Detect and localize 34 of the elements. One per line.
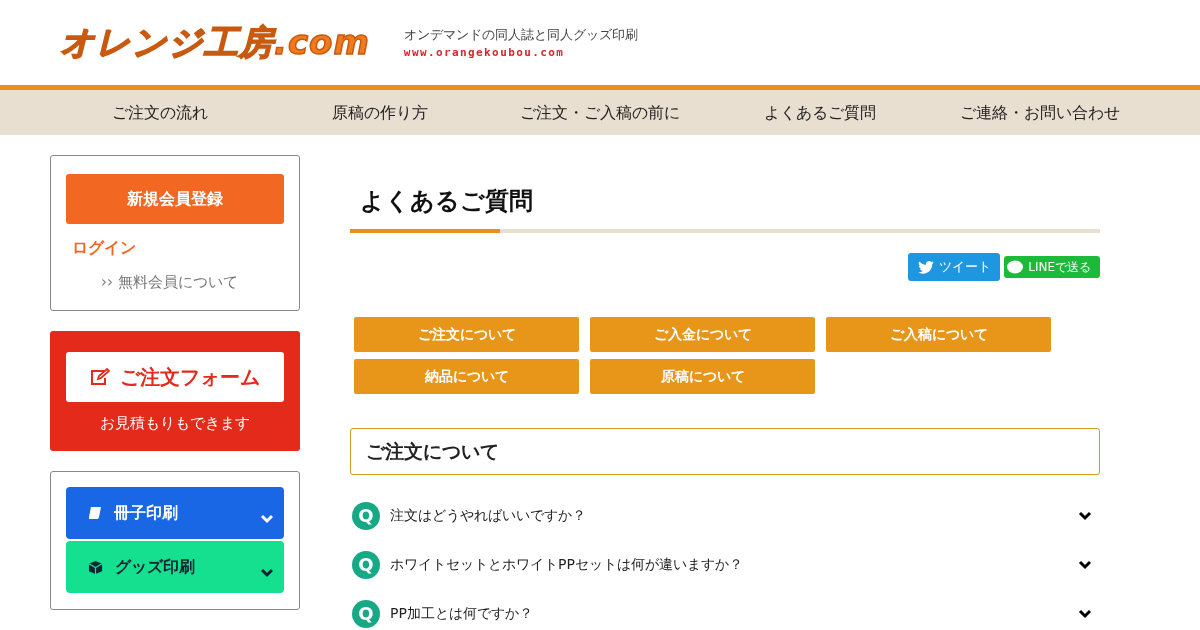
section-heading: ご注文について xyxy=(350,428,1100,475)
bird-icon xyxy=(918,260,935,274)
estimate-note: お見積もりもできます xyxy=(99,414,251,433)
chevron-icon xyxy=(1078,559,1092,570)
edit-icon xyxy=(90,368,110,386)
line-share-button[interactable]: LINEで送る xyxy=(1004,256,1100,278)
question-badge: Q xyxy=(352,599,380,628)
nav-link[interactable]: ご連絡・お問い合わせ xyxy=(930,90,1150,135)
login-link[interactable]: ログイン xyxy=(72,238,284,259)
register-button[interactable]: 新規会員登録 xyxy=(66,174,284,224)
faq-question[interactable]: ホワイトセットとホワイトPPセットは何が違いますか？ xyxy=(390,555,1068,574)
cube-icon xyxy=(88,559,103,575)
question-badge: Q xyxy=(352,501,380,530)
faq-question[interactable]: PP加工とは何ですか？ xyxy=(390,604,1068,623)
site-tagline: オンデマンドの同人誌と同人グッズ印刷 xyxy=(403,26,638,44)
membership-info-link[interactable]: ›› 無料会員について xyxy=(101,273,284,292)
faq-question[interactable]: 注文はどうやればいいですか？ xyxy=(390,506,1068,525)
tweet-button[interactable]: ツイート xyxy=(908,253,1001,281)
chevron-icon xyxy=(1078,510,1092,521)
site-url: www.orangekoubou.com xyxy=(403,46,566,59)
nav-link[interactable]: よくあるご質問 xyxy=(710,90,930,135)
page-title: よくあるご質問 xyxy=(359,186,534,217)
chevron-icon xyxy=(1078,608,1092,619)
category-menu-button[interactable]: グッズ印刷 xyxy=(66,541,284,593)
question-badge: Q xyxy=(352,550,380,579)
nav-link[interactable]: ご注文・ご入稿の前に xyxy=(490,90,710,135)
nav-link[interactable]: 原稿の作り方 xyxy=(270,90,490,135)
chevron-icon xyxy=(260,513,274,524)
site-logo[interactable]: オレンジ工房.com xyxy=(60,19,370,66)
category-menu-button[interactable]: 冊子印刷 xyxy=(66,487,284,539)
chat-bubble-icon xyxy=(1007,259,1024,275)
order-form-button[interactable]: ご注文フォーム xyxy=(66,352,284,402)
chevron-icon xyxy=(260,567,274,578)
nav-link[interactable]: ご注文の流れ xyxy=(50,90,270,135)
